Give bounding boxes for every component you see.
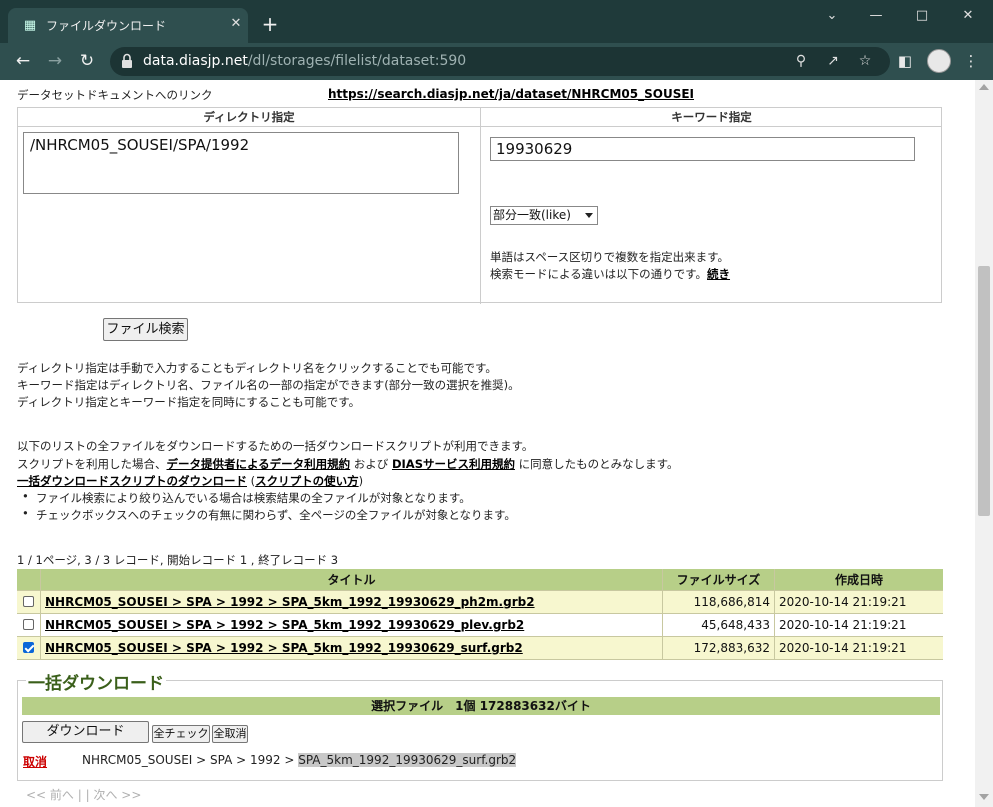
doc-link[interactable]: https://search.diasjp.net/ja/dataset/NHR… [328,87,694,101]
scroll-down-icon[interactable] [979,794,989,800]
header-checkbox-cell [17,569,41,590]
usage-paren-close: ) [358,474,364,488]
back-arrow-icon[interactable]: ← [12,50,34,72]
search-mode-value: 部分一致(like) [493,208,571,222]
search-form: ディレクトリ指定 キーワード指定 /NHRCM05_SOUSEI/SPA/199… [17,107,942,304]
table-row: NHRCM05_SOUSEI > SPA > 1992 > SPA_5km_19… [17,591,943,614]
bookmark-star-icon[interactable]: ☆ [856,52,874,70]
browser-tab[interactable]: ▦ ファイルダウンロード ✕ [8,8,248,43]
tab-close-icon[interactable]: ✕ [228,16,244,32]
file-title-link[interactable]: NHRCM05_SOUSEI > SPA > 1992 > SPA_5km_19… [45,595,535,609]
bulk-download-legend: 一括ダウンロード [26,669,166,694]
file-size: 45,648,433 [663,614,775,636]
file-date: 2020-10-14 21:19:21 [779,595,907,609]
table-row: NHRCM05_SOUSEI > SPA > 1992 > SPA_5km_19… [17,614,943,637]
script-download-link[interactable]: 一括ダウンロードスクリプトのダウンロード [17,474,247,488]
file-search-button[interactable]: ファイル検索 [103,318,188,341]
lock-icon [122,53,132,68]
help-line-1: 単語はスペース区切りで複数を指定出来ます。 [490,250,729,264]
table-row: NHRCM05_SOUSEI > SPA > 1992 > SPA_5km_19… [17,637,943,660]
page-content: データセットドキュメントへのリンク https://search.diasjp.… [0,80,975,807]
tab-title: ファイルダウンロード [46,19,167,33]
address-bar[interactable]: data.diasjp.net/dl/storages/filelist/dat… [110,47,890,76]
minimize-icon[interactable]: — [866,6,886,26]
dir-header: ディレクトリ指定 [18,108,480,127]
row-checkbox-checked[interactable] [23,642,34,653]
page-scrollbar[interactable] [975,80,993,807]
file-title-link[interactable]: NHRCM05_SOUSEI > SPA > 1992 > SPA_5km_19… [45,641,523,655]
chevron-down-icon [585,213,593,218]
help-line-2: 検索モードによる違いは以下の通りです。 [490,267,708,281]
side-panel-icon[interactable]: ◧ [895,51,915,71]
selected-file-name: SPA_5km_1992_19930629_surf.grb2 [298,753,517,767]
dias-terms-link[interactable]: DIASサービス利用規約 [392,457,515,471]
kw-header: キーワード指定 [481,108,942,127]
agree-text-post: に同意したものとみなします。 [514,457,679,471]
profile-avatar[interactable] [927,49,951,73]
forward-arrow-icon[interactable]: → [44,50,66,72]
bullet-icon: • [22,489,29,503]
url-path: /dl/storages/filelist/dataset:590 [247,53,467,69]
note-line: ディレクトリ指定とキーワード指定を同時にすることも可能です。 [17,395,361,409]
file-title-link[interactable]: NHRCM05_SOUSEI > SPA > 1992 > SPA_5km_19… [45,618,524,632]
doc-link-label: データセットドキュメントへのリンク [17,88,213,102]
bullet-text: チェックボックスへのチェックの有無に関わらず、全ページの全ファイルが対象となりま… [36,508,516,522]
agree-text-pre: スクリプトを利用した場合、 [17,457,167,471]
clear-all-button[interactable]: 全取消 [212,725,248,743]
url-host: data.diasjp.net [143,53,248,69]
selected-summary: 選択ファイル 1個 172883632バイト [22,697,940,715]
file-date: 2020-10-14 21:19:21 [779,618,907,632]
cancel-link[interactable]: 取消 [23,753,47,770]
directory-input[interactable]: /NHRCM05_SOUSEI/SPA/1992 [23,132,459,194]
maximize-icon[interactable]: □ [912,6,932,26]
pagination-summary: 1 / 1ページ, 3 / 3 レコード, 開始レコード 1 , 終了レコード … [17,553,339,567]
agree-text-mid: および [350,457,392,471]
browser-toolbar: ← → ↻ data.diasjp.net/dl/storages/fileli… [0,43,993,80]
bullet-icon: • [22,506,29,520]
bullet-text: ファイル検索により絞り込んでいる場合は検索結果の全ファイルが対象となります。 [36,491,471,505]
search-mode-select[interactable]: 部分一致(like) [490,206,598,225]
check-all-button[interactable]: 全チェック [152,725,210,743]
scroll-up-icon[interactable] [979,84,989,90]
script-info-line: 以下のリストの全ファイルをダウンロードするための一括ダウンロードスクリプトが利用… [17,439,534,453]
header-date: 作成日時 [834,573,883,587]
header-size: ファイルサイズ [663,569,775,590]
window-close-icon[interactable]: ✕ [958,6,978,26]
menu-kebab-icon[interactable]: ⋮ [961,51,981,71]
zoom-search-icon[interactable]: ⚲ [792,52,810,70]
share-icon[interactable]: ↗ [824,52,842,70]
usage-paren-open: ( [247,474,256,488]
help-more-link[interactable]: 続き [707,267,730,281]
bottom-pager[interactable]: << 前へ | | 次へ >> [26,786,141,803]
keyword-input[interactable] [490,137,915,161]
tab-search-chevron-icon[interactable]: ⌄ [822,6,842,26]
tab-bar: ▦ ファイルダウンロード ✕ + ⌄ — □ ✕ [0,0,993,43]
script-usage-link[interactable]: スクリプトの使い方 [255,474,359,488]
selected-path-prefix: NHRCM05_SOUSEI > SPA > 1992 > [82,753,299,767]
scroll-thumb[interactable] [978,266,990,516]
file-size: 172,883,632 [663,637,775,659]
bulk-download-panel: 一括ダウンロード 選択ファイル 1個 172883632バイト ダウンロード 全… [17,669,943,781]
row-checkbox[interactable] [23,619,34,630]
row-checkbox[interactable] [23,596,34,607]
column-divider [480,108,481,304]
storage-favicon-icon: ▦ [23,18,37,33]
download-button[interactable]: ダウンロード [22,721,149,743]
file-size: 118,686,814 [663,591,775,613]
file-date: 2020-10-14 21:19:21 [779,641,907,655]
reload-icon[interactable]: ↻ [76,50,98,72]
note-line: キーワード指定はディレクトリ名、ファイル名の一部の指定ができます(部分一致の選択… [17,378,520,392]
data-terms-link[interactable]: データ提供者によるデータ利用規約 [167,457,351,471]
table-header-row: タイトル ファイルサイズ 作成日時 [17,569,943,591]
new-tab-icon[interactable]: + [258,12,282,36]
header-title: タイトル [41,569,663,590]
note-line: ディレクトリ指定は手動で入力することもディレクトリ名をクリックすることでも可能で… [17,361,497,375]
